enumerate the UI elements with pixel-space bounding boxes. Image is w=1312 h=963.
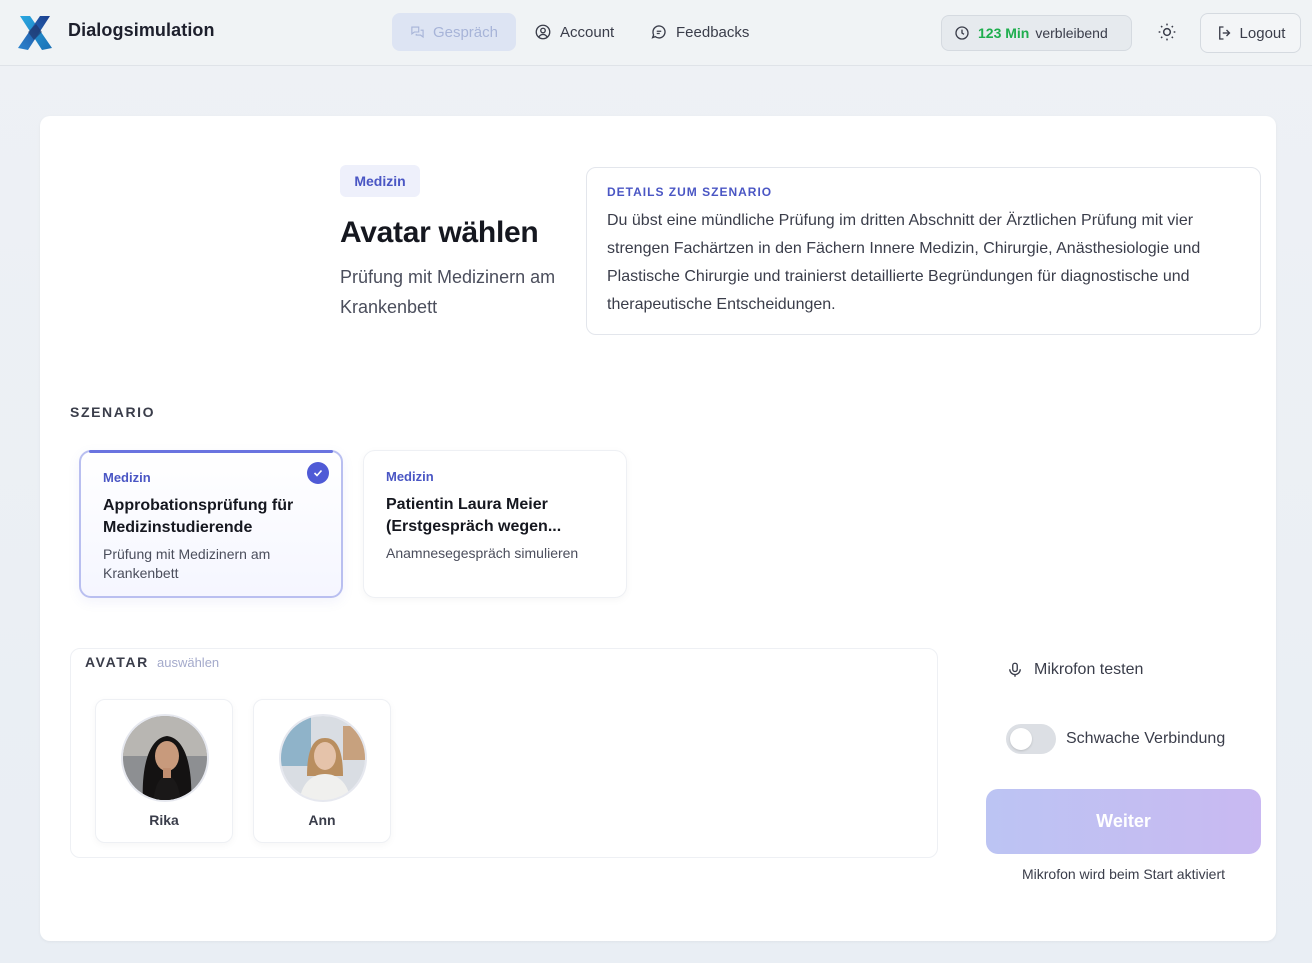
minutes-remaining-badge: 123 Min verbleibend bbox=[941, 15, 1132, 51]
avatar-section-label: AVATAR bbox=[85, 654, 149, 670]
avatar-name: Rika bbox=[149, 812, 179, 828]
nav-account[interactable]: Account bbox=[516, 13, 634, 51]
page-title: Avatar wählen bbox=[340, 216, 539, 249]
nav-feedbacks[interactable]: Feedbacks bbox=[632, 13, 768, 51]
avatar-section-hint: auswählen bbox=[157, 655, 220, 670]
top-bar: Dialogsimulation Gespräch Account Feedba… bbox=[0, 0, 1312, 66]
logout-icon bbox=[1218, 26, 1231, 40]
avatar-panel: AVATAR auswählen Rika Ann bbox=[70, 648, 938, 858]
mic-note: Mikrofon wird beim Start aktiviert bbox=[1021, 866, 1226, 882]
scenario-description: Prüfung mit Medizinern am Krankenbett bbox=[103, 546, 271, 581]
scenario-category: Medizin bbox=[103, 470, 151, 485]
nav-feedbacks-label: Feedbacks bbox=[676, 23, 750, 41]
scenario-description: Anamnesegespräch simulieren bbox=[386, 545, 579, 561]
avatar-image-rika bbox=[121, 714, 209, 802]
scenario-title: Approbationsprüfung für Medizinstudieren… bbox=[103, 497, 294, 536]
avatar-tile-ann[interactable]: Ann bbox=[253, 699, 391, 843]
microphone-icon bbox=[1009, 662, 1021, 677]
mic-test-label: Mikrofon testen bbox=[1034, 661, 1144, 678]
logout-button[interactable]: Logout bbox=[1200, 13, 1301, 53]
logout-label: Logout bbox=[1239, 24, 1286, 42]
continue-button[interactable]: Weiter bbox=[986, 789, 1261, 854]
weak-connection-toggle[interactable] bbox=[1006, 724, 1056, 754]
chat-icon bbox=[411, 26, 424, 39]
avatar-tile-rika[interactable]: Rika bbox=[95, 699, 233, 843]
category-badge: Medizin bbox=[340, 165, 420, 197]
avatar-image-ann bbox=[279, 714, 367, 802]
details-label: DETAILS ZUM SZENARIO bbox=[607, 185, 773, 199]
weak-connection-row: Schwache Verbindung bbox=[1006, 724, 1225, 754]
app-title: Dialogsimulation bbox=[68, 20, 215, 40]
selected-check-icon bbox=[307, 462, 329, 484]
nav-gesprach-label: Gespräch bbox=[432, 23, 498, 41]
user-circle-icon bbox=[535, 24, 551, 40]
app-logo-icon[interactable] bbox=[14, 12, 56, 54]
sun-icon bbox=[1158, 23, 1176, 41]
clock-icon bbox=[955, 26, 969, 40]
scenario-section-label: SZENARIO bbox=[70, 404, 156, 420]
scenario-title: Patientin Laura Meier (Erstgespräch wege… bbox=[386, 496, 562, 535]
page-subtitle: Prüfung mit Medizinern am Krankenbett bbox=[340, 267, 556, 317]
scenario-card-laura-meier[interactable]: Medizin Patientin Laura Meier (Erstgespr… bbox=[363, 450, 627, 598]
scenario-card-approbation[interactable]: Medizin Approbationsprüfung für Medizins… bbox=[79, 450, 343, 598]
weak-connection-label: Schwache Verbindung bbox=[1066, 730, 1226, 747]
details-text: Du übst eine mündliche Prüfung im dritte… bbox=[607, 212, 1201, 313]
main-card: Medizin Avatar wählen Prüfung mit Medizi… bbox=[40, 116, 1276, 941]
nav-account-label: Account bbox=[560, 23, 615, 41]
feedback-icon bbox=[651, 25, 666, 39]
mic-test-button[interactable]: Mikrofon testen bbox=[1006, 661, 1143, 679]
theme-toggle-button[interactable] bbox=[1152, 16, 1182, 48]
minutes-value: 123 Min bbox=[978, 25, 1030, 41]
nav-gesprach[interactable]: Gespräch bbox=[392, 13, 516, 51]
minutes-suffix: verbleibend bbox=[1035, 25, 1108, 41]
scenario-category: Medizin bbox=[386, 469, 434, 484]
scenario-details-box: DETAILS ZUM SZENARIO Du übst eine mündli… bbox=[586, 167, 1261, 335]
avatar-name: Ann bbox=[308, 812, 336, 828]
